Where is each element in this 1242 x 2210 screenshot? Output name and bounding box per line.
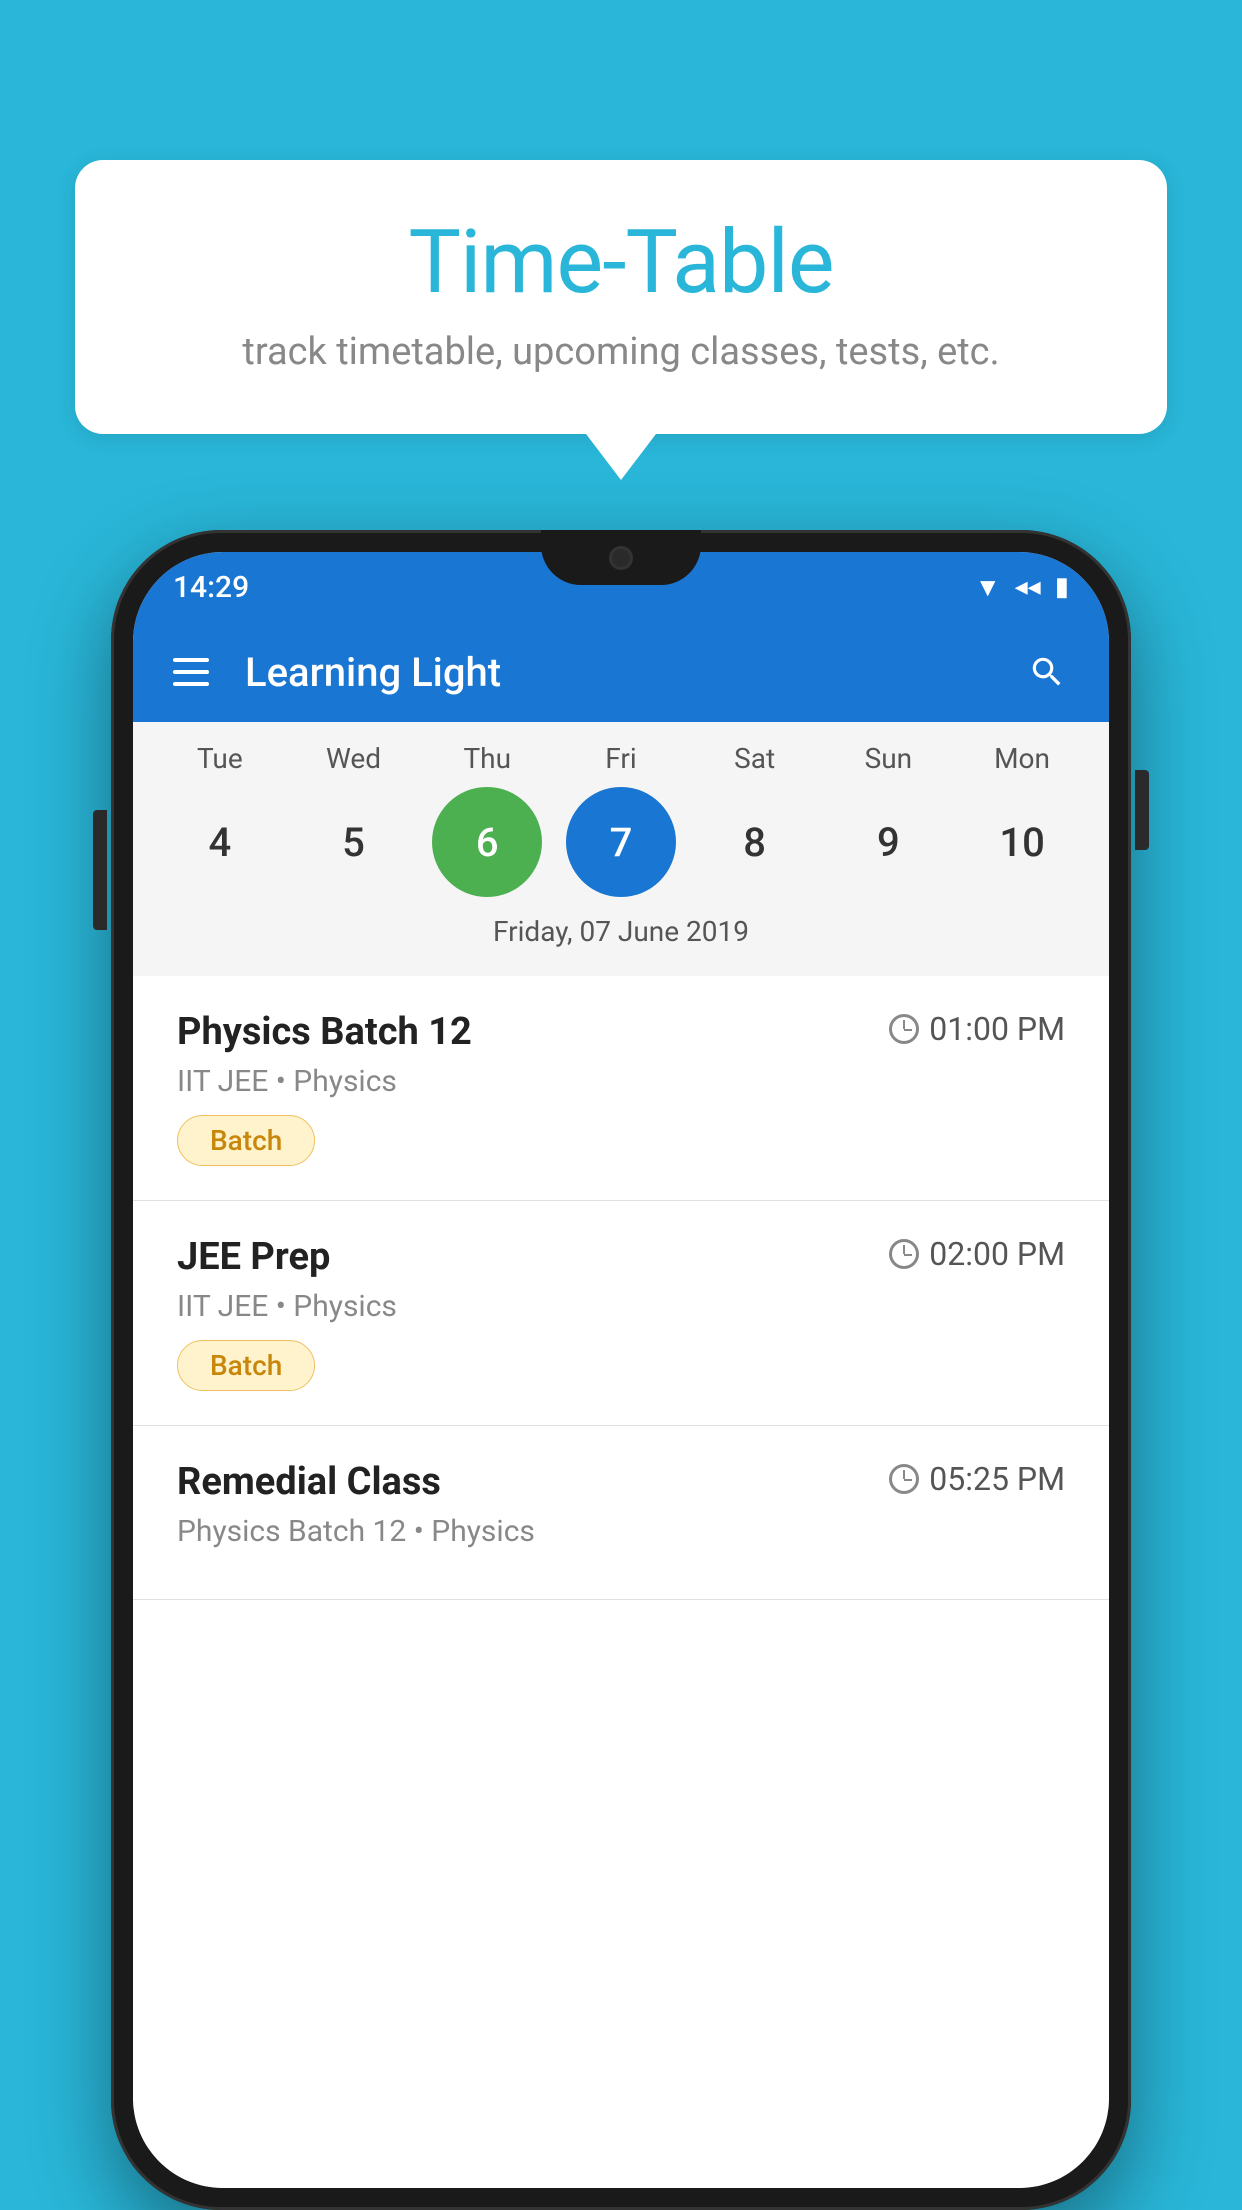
schedule-time-text-1: 01:00 PM xyxy=(929,1010,1065,1048)
search-icon xyxy=(1028,653,1066,691)
schedule-header-2: JEE Prep 02:00 PM xyxy=(177,1235,1065,1279)
schedule-item-2[interactable]: JEE Prep 02:00 PM IIT JEE • Physics Batc… xyxy=(133,1201,1109,1426)
day-name-thu: Thu xyxy=(432,742,542,775)
speech-bubble-title: Time-Table xyxy=(135,215,1107,312)
schedule-header-1: Physics Batch 12 01:00 PM xyxy=(177,1010,1065,1054)
schedule-meta-2: IIT JEE • Physics xyxy=(177,1289,1065,1324)
app-title: Learning Light xyxy=(245,649,1025,696)
schedule-time-2: 02:00 PM xyxy=(889,1235,1065,1273)
phone-screen: 14:29 ▼ ◂◂ ▮ Learning Light xyxy=(133,552,1109,2188)
day-name-wed: Wed xyxy=(299,742,409,775)
day-name-fri: Fri xyxy=(566,742,676,775)
schedule-item-1[interactable]: Physics Batch 12 01:00 PM IIT JEE • Phys… xyxy=(133,976,1109,1201)
schedule-time-1: 01:00 PM xyxy=(889,1010,1065,1048)
schedule-item-3[interactable]: Remedial Class 05:25 PM Physics Batch 12… xyxy=(133,1426,1109,1600)
day-numbers-row: 4 5 6 7 8 9 10 xyxy=(133,775,1109,907)
wifi-icon: ▼ xyxy=(975,572,1001,603)
day-names-row: Tue Wed Thu Fri Sat Sun Mon xyxy=(133,742,1109,775)
hamburger-icon[interactable] xyxy=(173,658,209,686)
day-name-sun: Sun xyxy=(833,742,943,775)
schedule-header-3: Remedial Class 05:25 PM xyxy=(177,1460,1065,1504)
day-6-today[interactable]: 6 xyxy=(432,787,542,897)
schedule-time-3: 05:25 PM xyxy=(889,1460,1065,1498)
search-button[interactable] xyxy=(1025,650,1069,694)
battery-icon: ▮ xyxy=(1055,572,1069,602)
speech-bubble: Time-Table track timetable, upcoming cla… xyxy=(75,160,1167,434)
schedule-name-2: JEE Prep xyxy=(177,1235,330,1279)
clock-icon-2 xyxy=(889,1239,919,1269)
day-7-selected[interactable]: 7 xyxy=(566,787,676,897)
day-5[interactable]: 5 xyxy=(299,787,409,897)
speech-bubble-subtitle: track timetable, upcoming classes, tests… xyxy=(135,330,1107,374)
calendar-strip: Tue Wed Thu Fri Sat Sun Mon 4 5 6 7 8 xyxy=(133,722,1109,976)
day-name-mon: Mon xyxy=(967,742,1077,775)
day-8[interactable]: 8 xyxy=(700,787,810,897)
schedule-list: Physics Batch 12 01:00 PM IIT JEE • Phys… xyxy=(133,976,1109,2188)
day-4[interactable]: 4 xyxy=(165,787,275,897)
signal-icon: ◂◂ xyxy=(1015,572,1041,602)
status-icons: ▼ ◂◂ ▮ xyxy=(975,572,1069,603)
notch-camera xyxy=(609,546,633,570)
selected-date-label: Friday, 07 June 2019 xyxy=(133,907,1109,966)
day-10[interactable]: 10 xyxy=(967,787,1077,897)
phone-mockup: 14:29 ▼ ◂◂ ▮ Learning Light xyxy=(111,530,1131,2210)
schedule-time-text-3: 05:25 PM xyxy=(929,1460,1065,1498)
batch-tag-2: Batch xyxy=(177,1340,315,1391)
schedule-meta-1: IIT JEE • Physics xyxy=(177,1064,1065,1099)
schedule-time-text-2: 02:00 PM xyxy=(929,1235,1065,1273)
day-9[interactable]: 9 xyxy=(833,787,943,897)
phone-notch xyxy=(541,530,701,585)
clock-icon-3 xyxy=(889,1464,919,1494)
schedule-name-3: Remedial Class xyxy=(177,1460,441,1504)
schedule-name-1: Physics Batch 12 xyxy=(177,1010,472,1054)
day-name-sat: Sat xyxy=(700,742,810,775)
clock-icon-1 xyxy=(889,1014,919,1044)
schedule-meta-3: Physics Batch 12 • Physics xyxy=(177,1514,1065,1549)
app-bar: Learning Light xyxy=(133,622,1109,722)
batch-tag-1: Batch xyxy=(177,1115,315,1166)
phone-outer: 14:29 ▼ ◂◂ ▮ Learning Light xyxy=(111,530,1131,2210)
day-name-tue: Tue xyxy=(165,742,275,775)
